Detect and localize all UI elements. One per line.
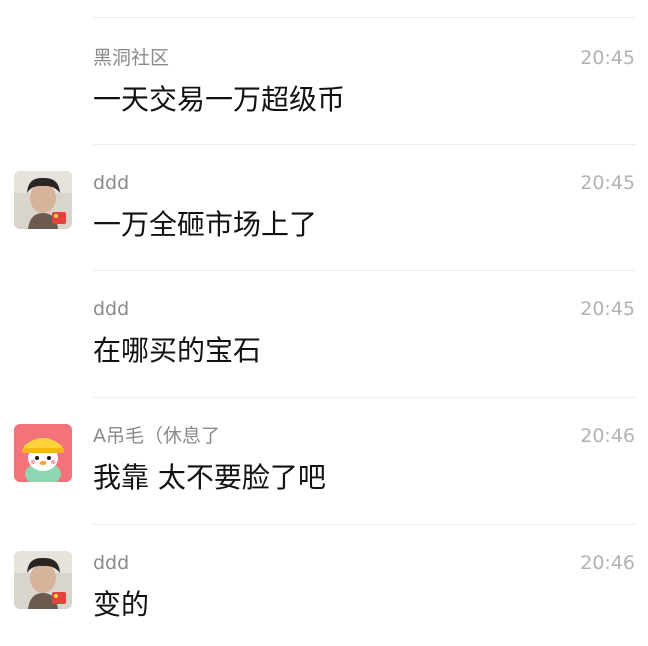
message-text[interactable]: 在哪买的宝石 [93,333,261,369]
sender-name[interactable]: ddd [93,551,129,575]
message-row[interactable]: ddd 20:45 在哪买的宝石 [0,271,648,397]
message-time: 20:45 [580,47,635,69]
cartoon-duck-avatar-icon[interactable] [14,424,72,482]
message-text[interactable]: 一万全砸市场上了 [93,207,317,243]
message-text[interactable]: 我靠 太不要脸了吧 [93,460,326,496]
photo-avatar-icon[interactable] [14,551,72,609]
sender-name[interactable]: ddd [93,297,129,321]
sender-name[interactable]: A吊毛（休息了 [93,424,220,448]
message-time: 20:46 [580,425,635,447]
message-text[interactable]: 变的 [93,587,149,623]
message-text[interactable]: 一天交易一万超级币 [93,82,345,118]
message-row[interactable]: ddd 20:45 一万全砸市场上了 [0,145,648,271]
sender-name[interactable]: 黑洞社区 [93,46,169,70]
photo-avatar-icon[interactable] [14,171,72,229]
message-row[interactable]: ddd 20:46 变的 [0,525,648,646]
message-time: 20:45 [580,298,635,320]
message-row[interactable]: 黑洞社区 20:45 一天交易一万超级币 [0,18,648,144]
message-time: 20:46 [580,552,635,574]
message-row[interactable]: A吊毛（休息了 20:46 我靠 太不要脸了吧 [0,398,648,524]
chat-message-list[interactable]: 黑洞社区 20:45 一天交易一万超级币 ddd 20:45 一万全砸市场上了 … [0,0,648,646]
message-time: 20:45 [580,172,635,194]
sender-name[interactable]: ddd [93,171,129,195]
